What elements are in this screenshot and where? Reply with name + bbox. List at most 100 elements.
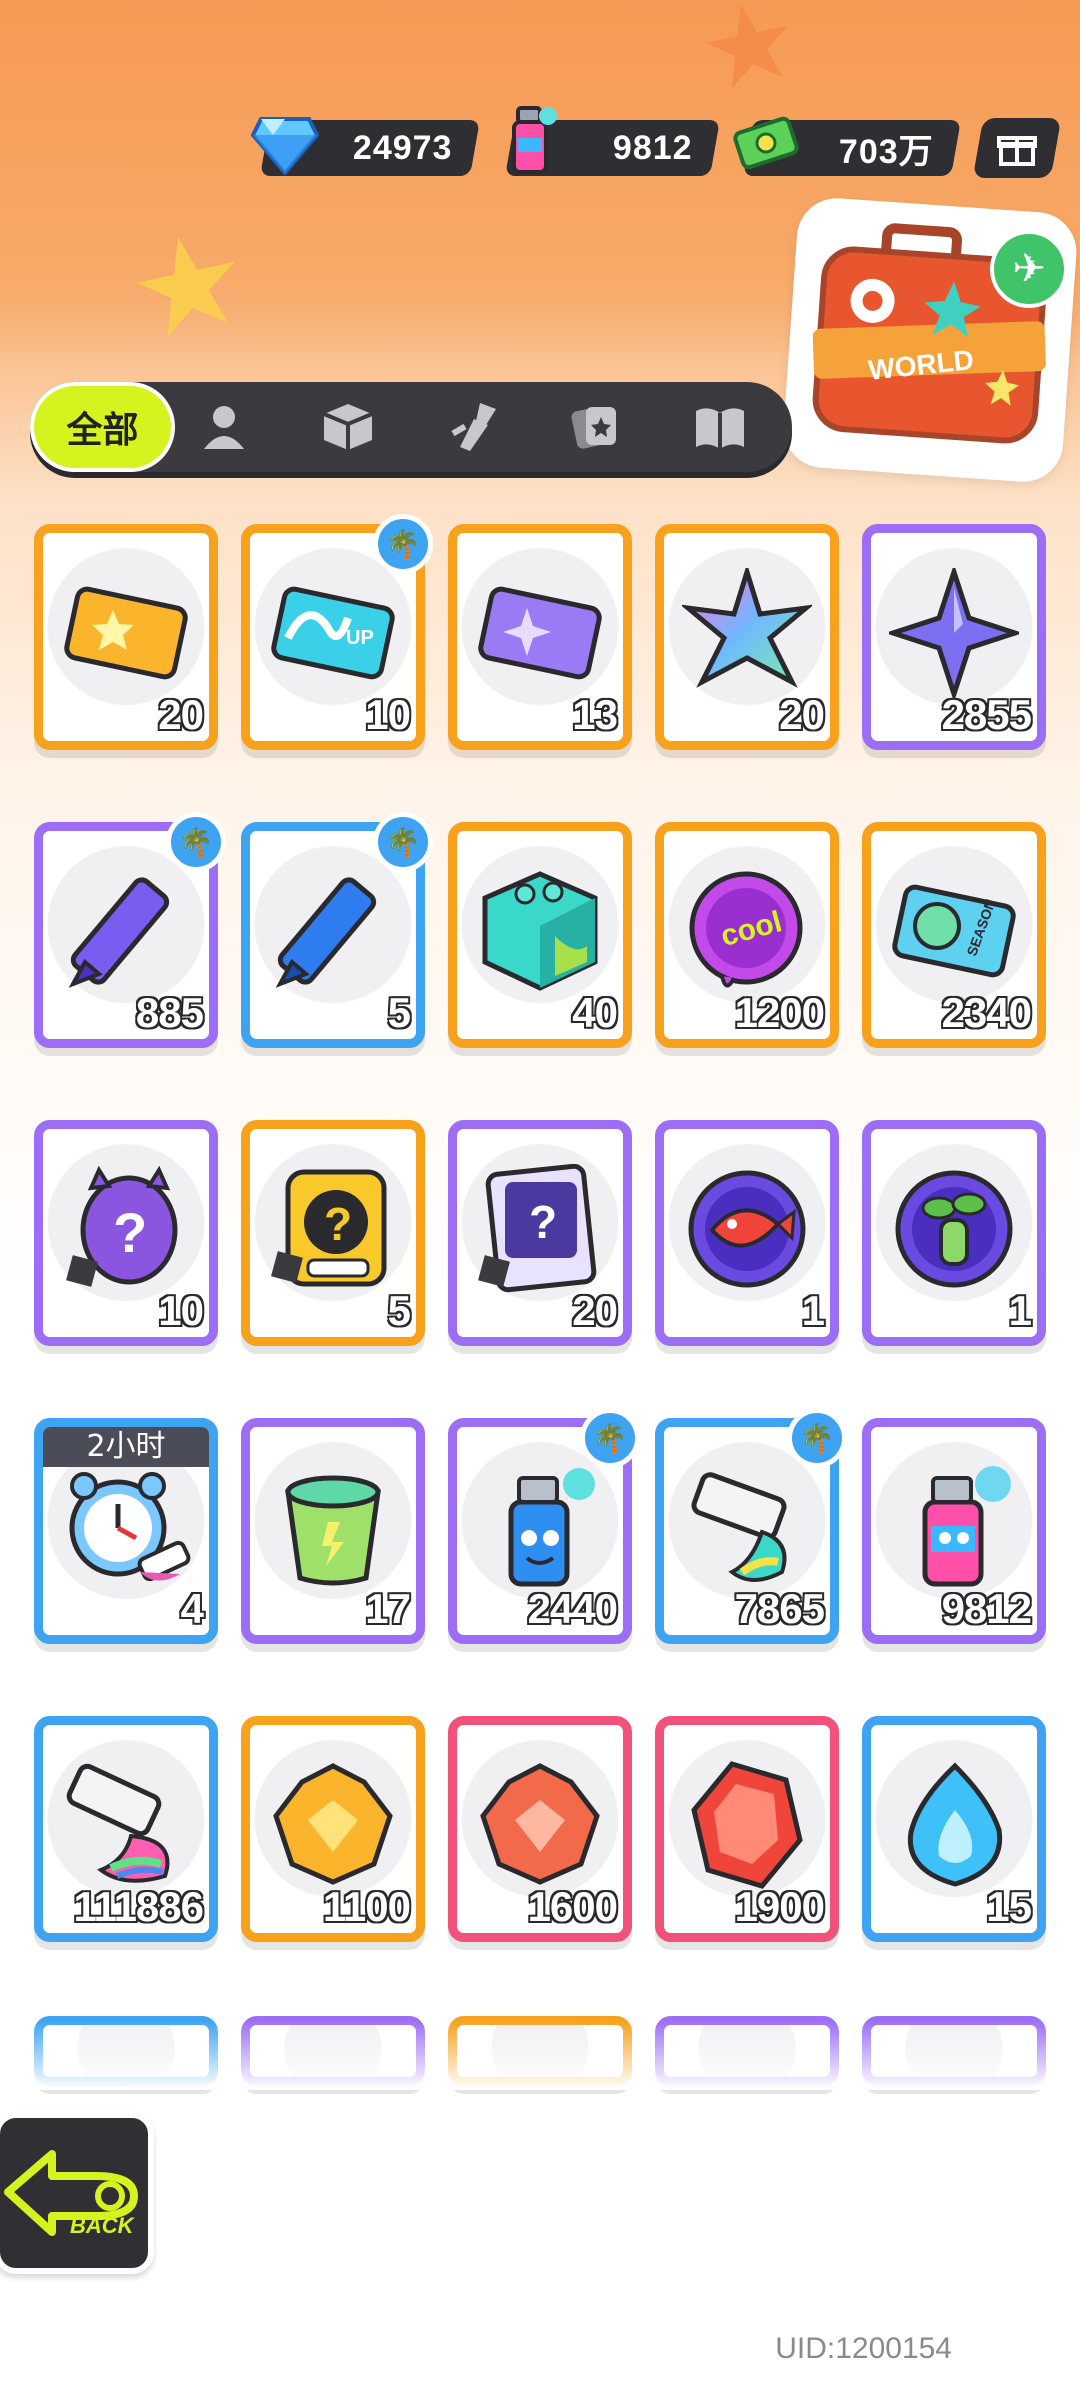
item-count: 10 (364, 690, 413, 740)
pink-spray-can-icon (884, 1457, 1024, 1597)
menu-button[interactable] (972, 118, 1062, 178)
item-count: 10 (157, 1286, 206, 1336)
palm-tree-badge-icon: 🌴 (166, 812, 226, 872)
inventory-item[interactable]: 20 (34, 524, 218, 750)
item-count: 1600 (526, 1882, 619, 1932)
inventory-item[interactable]: 2855 (862, 524, 1046, 750)
inventory-item[interactable]: 111886 (34, 1716, 218, 1942)
inventory-item[interactable]: 1600 (448, 1716, 632, 1942)
deity-mystery-icon: ? (263, 1159, 403, 1299)
blue-crayon-icon (263, 861, 403, 1001)
inventory-item[interactable]: 15 (862, 1716, 1046, 1942)
book-icon (696, 408, 744, 449)
inventory-item[interactable]: ? 10 (34, 1120, 218, 1346)
blue-spray-can-icon (470, 1457, 610, 1597)
green-jelly-icon (263, 1457, 403, 1597)
tab-spray-gun[interactable] (444, 397, 504, 457)
gold-ticket-icon (56, 563, 196, 703)
alarm-clock-icon (56, 1457, 196, 1597)
tab-book[interactable] (690, 397, 750, 457)
tab-all[interactable]: 全部 (30, 382, 175, 472)
item-count: 111886 (72, 1882, 206, 1932)
cool-sticker-icon: cool (677, 861, 817, 1001)
blue-flame-icon (884, 1755, 1024, 1895)
item-count: 4 (179, 1584, 205, 1634)
fish-token-icon (677, 1159, 817, 1299)
tab-box[interactable] (318, 397, 378, 457)
back-arrow-icon (4, 2150, 138, 2236)
inventory-item[interactable]: 2小时 4 (34, 1418, 218, 1644)
inventory-item[interactable]: 1 (862, 1120, 1046, 1346)
purple-star-icon (884, 563, 1024, 703)
item-count: 885 (134, 988, 205, 1038)
svg-text:UP: UP (346, 627, 374, 649)
cash-value: 703万 (839, 132, 934, 171)
item-count: 2855 (940, 690, 1033, 740)
purple-crayon-icon (56, 861, 196, 1001)
item-count: 9812 (940, 1584, 1033, 1634)
diamond-icon (250, 110, 320, 180)
back-button[interactable]: BACK (0, 2112, 154, 2274)
travel-card-icon: ? (470, 1159, 610, 1299)
purple-ticket-icon (470, 563, 610, 703)
inventory-item[interactable]: 13 (448, 524, 632, 750)
item-count: 20 (571, 1286, 620, 1336)
item-count: 5 (386, 988, 412, 1038)
inventory-item[interactable]: 9812 (862, 1418, 1046, 1644)
wave-ticket-icon: UP (263, 563, 403, 703)
item-count: 1200 (733, 988, 826, 1038)
gold-crystal-icon (263, 1755, 403, 1895)
item-count: 1 (800, 1286, 826, 1336)
item-count: 20 (157, 690, 206, 740)
user-id: UID:1200154 (775, 2332, 952, 2365)
inventory-item[interactable]: 17 (241, 1418, 425, 1644)
inventory-item[interactable]: ? 5 (241, 1120, 425, 1346)
gift-box-icon (997, 136, 1037, 166)
item-count: 5 (386, 1286, 412, 1336)
season-ticket-icon: SEASON (884, 861, 1024, 1001)
svg-text:?: ? (529, 1196, 557, 1248)
inventory-item[interactable]: SEASON 2340 (862, 822, 1046, 1048)
plane-badge-icon: ✈ (990, 230, 1068, 308)
paint-tube-icon (677, 1457, 817, 1597)
item-count: 2340 (940, 988, 1033, 1038)
inventory-item[interactable]: cool 1200 (655, 822, 839, 1048)
inventory-item[interactable]: 1100 (241, 1716, 425, 1942)
paint-cube-icon (470, 861, 610, 1001)
item-count: 1900 (733, 1882, 826, 1932)
item-count: 15 (985, 1882, 1034, 1932)
back-label: BACK (70, 2213, 134, 2238)
palm-tree-badge-icon: 🌴 (787, 1408, 847, 1468)
palm-tree-badge-icon: 🌴 (373, 514, 433, 574)
red-crystal-icon (470, 1755, 610, 1895)
cards-icon (571, 407, 616, 449)
spray-can-icon (495, 105, 565, 175)
svg-text:?: ? (113, 1201, 147, 1264)
tab-cards[interactable] (566, 397, 626, 457)
item-count: 40 (571, 988, 620, 1038)
rainbow-tube-icon (56, 1755, 196, 1895)
inventory-item[interactable]: ? 20 (448, 1120, 632, 1346)
cash-icon (732, 108, 802, 178)
spray-gun-icon (451, 403, 496, 451)
timer-label: 2小时 (43, 1427, 209, 1467)
item-count: 2440 (526, 1584, 619, 1634)
ruby-gem-icon (677, 1755, 817, 1895)
spray-value: 9812 (613, 128, 693, 167)
person-icon (204, 406, 244, 449)
item-count: 13 (571, 690, 620, 740)
inventory-item[interactable]: 1 (655, 1120, 839, 1346)
inventory-item[interactable]: 40 (448, 822, 632, 1048)
tab-character[interactable] (194, 397, 254, 457)
inventory-item[interactable]: 1900 (655, 1716, 839, 1942)
item-count: 7865 (733, 1584, 826, 1634)
palm-tree-badge-icon: 🌴 (373, 812, 433, 872)
palm-tree-badge-icon: 🌴 (580, 1408, 640, 1468)
diamond-value: 24973 (353, 128, 453, 167)
box-icon (323, 404, 373, 450)
item-count: 17 (364, 1584, 413, 1634)
mystery-egg-icon: ? (56, 1159, 196, 1299)
item-count: 1 (1007, 1286, 1033, 1336)
inventory-item[interactable]: 20 (655, 524, 839, 750)
sprout-token-icon (884, 1159, 1024, 1299)
